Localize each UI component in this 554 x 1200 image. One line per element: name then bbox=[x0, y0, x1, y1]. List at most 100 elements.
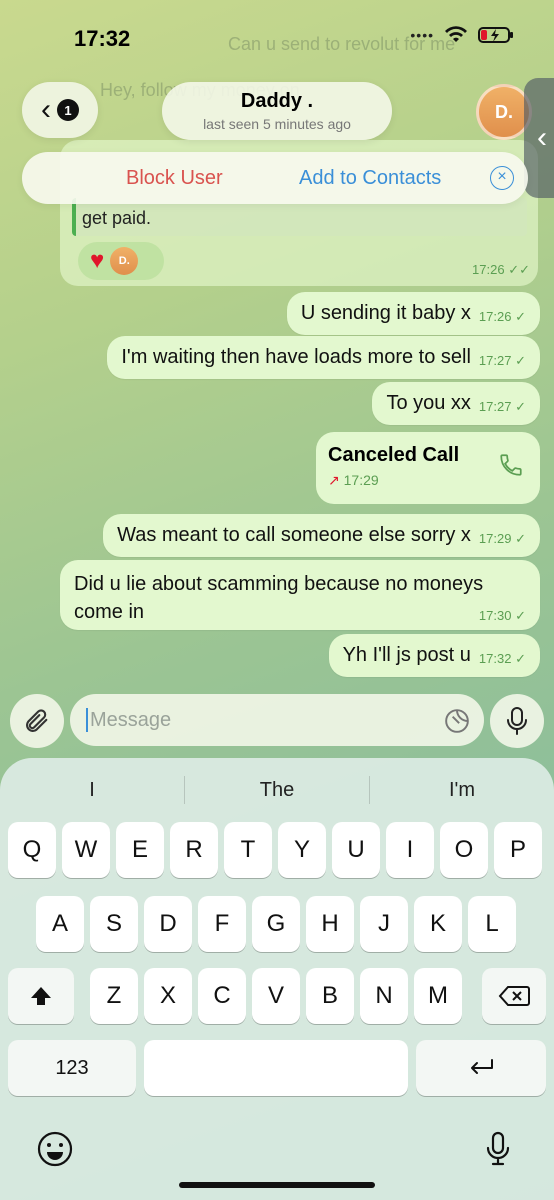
message-time: 17:27 ✓ bbox=[478, 399, 526, 414]
message-time: 17:29 ✓ bbox=[478, 531, 526, 546]
keyboard: I The I'm Q W E R T Y U I O P A S D F G … bbox=[0, 758, 554, 1200]
key-m[interactable]: M bbox=[414, 968, 462, 1024]
block-user-button[interactable]: Block User bbox=[126, 167, 223, 190]
ghost-message: Can u send to revolut for me bbox=[228, 34, 456, 54]
unread-badge: 1 bbox=[57, 99, 79, 121]
numbers-key[interactable]: 123 bbox=[8, 1040, 136, 1096]
key-d[interactable]: D bbox=[144, 896, 192, 952]
battery-icon bbox=[478, 27, 513, 43]
emoji-button[interactable] bbox=[36, 1130, 74, 1173]
message-bubble[interactable]: Was meant to call someone else sorry x 17… bbox=[103, 514, 540, 557]
key-k[interactable]: K bbox=[414, 896, 462, 952]
key-r[interactable]: R bbox=[170, 822, 218, 878]
message-text: U sending it baby x bbox=[300, 302, 471, 324]
key-s[interactable]: S bbox=[90, 896, 138, 952]
message-text: I'm waiting then have loads more to sell bbox=[121, 346, 471, 368]
key-q[interactable]: Q bbox=[8, 822, 56, 878]
dictation-button[interactable] bbox=[484, 1130, 512, 1173]
suggestion[interactable]: I bbox=[0, 772, 184, 808]
key-y[interactable]: Y bbox=[278, 822, 326, 878]
message-text: Was meant to call someone else sorry x bbox=[117, 524, 471, 546]
key-f[interactable]: F bbox=[198, 896, 246, 952]
call-title: Canceled Call bbox=[328, 444, 460, 466]
back-button[interactable]: ‹ 1 bbox=[22, 82, 98, 138]
reactions[interactable]: ♥ D. bbox=[78, 242, 164, 280]
key-z[interactable]: Z bbox=[90, 968, 138, 1024]
close-icon[interactable]: × bbox=[490, 166, 514, 190]
call-bubble[interactable]: Canceled Call ↗ 17:29 bbox=[316, 432, 540, 504]
add-to-contacts-button[interactable]: Add to Contacts bbox=[299, 167, 441, 190]
key-x[interactable]: X bbox=[144, 968, 192, 1024]
message-bubble[interactable]: U sending it baby x 17:26 ✓ bbox=[286, 292, 540, 335]
message-text: To you xx bbox=[386, 392, 471, 414]
reaction-avatar: D. bbox=[110, 247, 139, 275]
message-bubble[interactable]: To you xx 17:27 ✓ bbox=[372, 382, 540, 425]
message-time: 17:26 ✓ bbox=[478, 309, 526, 324]
call-time: ↗ 17:29 bbox=[328, 472, 379, 488]
message-time: 17:30 ✓ bbox=[478, 608, 526, 623]
heart-icon: ♥ bbox=[90, 247, 105, 274]
space-key[interactable] bbox=[144, 1040, 408, 1096]
suggestion[interactable]: The bbox=[185, 772, 369, 808]
check-icon: ✓ bbox=[515, 309, 526, 324]
message-input[interactable]: Message bbox=[70, 694, 484, 746]
key-l[interactable]: L bbox=[468, 896, 516, 952]
key-e[interactable]: E bbox=[116, 822, 164, 878]
suggestion[interactable]: I'm bbox=[370, 772, 554, 808]
return-icon bbox=[471, 1059, 493, 1074]
key-h[interactable]: H bbox=[306, 896, 354, 952]
check-icon: ✓ bbox=[515, 353, 526, 368]
quoted-text: get paid. bbox=[82, 208, 152, 228]
key-j[interactable]: J bbox=[360, 896, 408, 952]
check-icon: ✓ bbox=[515, 608, 526, 623]
attach-button[interactable] bbox=[10, 694, 64, 748]
last-seen: last seen 5 minutes ago bbox=[203, 116, 351, 132]
chat-name: Daddy . bbox=[240, 90, 314, 112]
message-bubble[interactable]: I'm waiting then have loads more to sell… bbox=[107, 336, 540, 379]
key-n[interactable]: N bbox=[360, 968, 408, 1024]
sticker-icon[interactable] bbox=[444, 708, 470, 734]
side-panel-handle[interactable]: ‹ bbox=[524, 78, 554, 198]
microphone-icon bbox=[507, 707, 527, 735]
paperclip-icon bbox=[26, 709, 48, 732]
voice-record-button[interactable] bbox=[490, 694, 544, 748]
shift-key[interactable] bbox=[8, 968, 74, 1024]
check-icon: ✓ bbox=[515, 651, 526, 666]
chat-title[interactable]: Daddy . last seen 5 minutes ago bbox=[162, 82, 392, 140]
shift-icon bbox=[31, 987, 51, 1005]
message-time: 17:32 ✓ bbox=[478, 651, 526, 666]
backspace-icon bbox=[498, 986, 530, 1006]
key-i[interactable]: I bbox=[386, 822, 434, 878]
status-time: 17:32 bbox=[74, 26, 131, 51]
key-a[interactable]: A bbox=[36, 896, 84, 952]
key-u[interactable]: U bbox=[332, 822, 380, 878]
key-o[interactable]: O bbox=[440, 822, 488, 878]
message-bubble[interactable]: Did u lie about scamming because no mone… bbox=[60, 560, 540, 630]
key-c[interactable]: C bbox=[198, 968, 246, 1024]
key-p[interactable]: P bbox=[494, 822, 542, 878]
return-key[interactable] bbox=[416, 1040, 546, 1096]
message-text: Did u lie about scamming because no mone… bbox=[74, 573, 484, 623]
key-w[interactable]: W bbox=[62, 822, 110, 878]
contact-action-bar: Block User Add to Contacts × bbox=[22, 152, 528, 204]
home-indicator[interactable] bbox=[179, 1182, 375, 1188]
phone-icon[interactable] bbox=[498, 452, 524, 478]
message-placeholder: Message bbox=[90, 708, 172, 731]
double-check-icon: ✓✓ bbox=[508, 262, 530, 277]
emoji-icon bbox=[37, 1131, 73, 1167]
text-caret bbox=[86, 708, 88, 732]
suggestion-bar: I The I'm bbox=[0, 772, 554, 808]
check-icon: ✓ bbox=[515, 531, 526, 546]
message-text: Yh I'll js post u bbox=[342, 644, 471, 666]
microphone-icon bbox=[486, 1131, 510, 1166]
key-b[interactable]: B bbox=[306, 968, 354, 1024]
message-time: 17:26 ✓✓ bbox=[472, 262, 530, 277]
key-v[interactable]: V bbox=[252, 968, 300, 1024]
delete-key[interactable] bbox=[482, 968, 546, 1024]
chevron-left-icon: ‹ bbox=[537, 121, 547, 154]
key-g[interactable]: G bbox=[252, 896, 300, 952]
key-t[interactable]: T bbox=[224, 822, 272, 878]
message-bubble[interactable]: Yh I'll js post u 17:32 ✓ bbox=[328, 634, 540, 677]
check-icon: ✓ bbox=[515, 399, 526, 414]
outgoing-arrow-icon: ↗ bbox=[328, 472, 340, 488]
